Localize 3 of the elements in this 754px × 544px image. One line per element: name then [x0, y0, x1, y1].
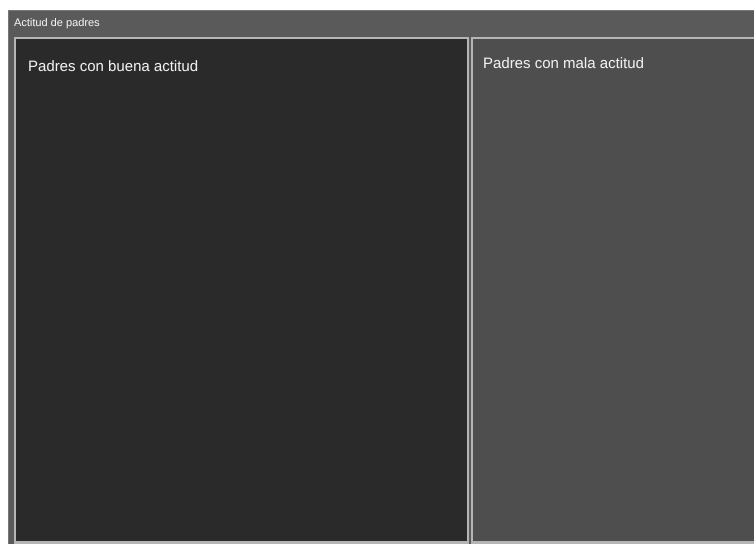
- window-title: Actitud de padres: [14, 17, 100, 29]
- panel-title: Padres con mala actitud: [483, 54, 644, 74]
- panel-title: Padres con buena actitud: [28, 57, 198, 77]
